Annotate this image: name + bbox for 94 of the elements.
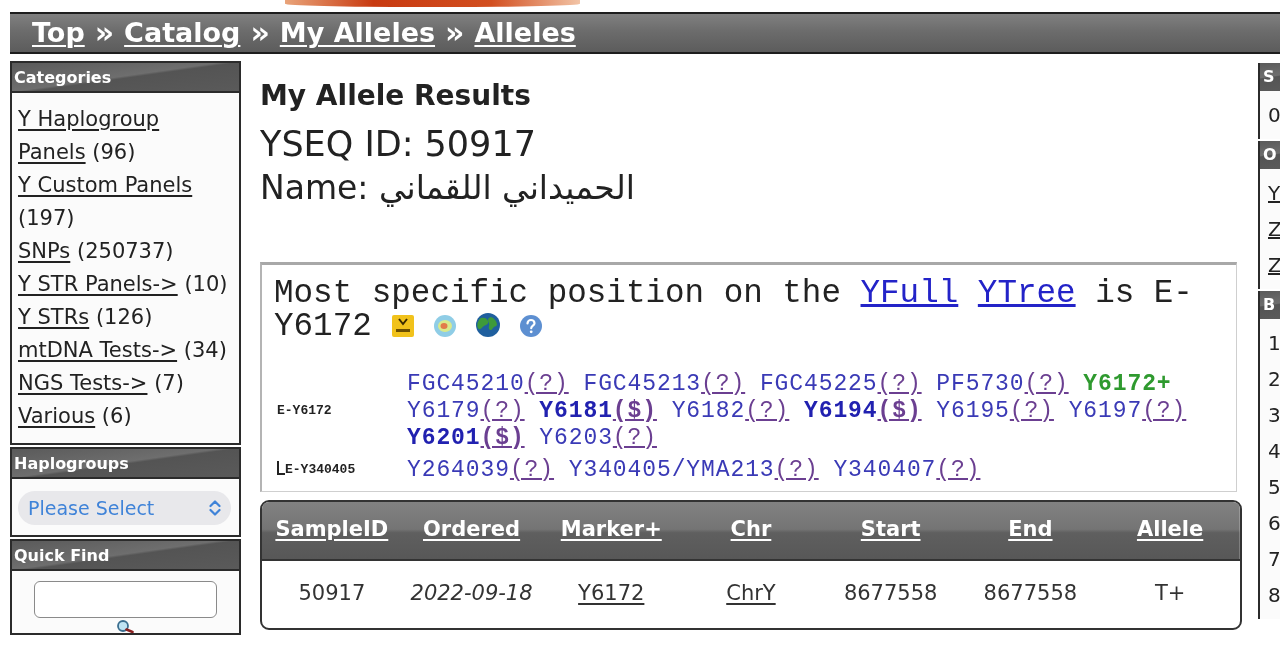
column-header-link[interactable]: SampleID — [275, 517, 389, 542]
breadcrumb-link[interactable]: Top — [32, 17, 85, 49]
snp-info-link[interactable]: (?) — [774, 456, 819, 483]
sidebar-heading: Categories — [12, 63, 239, 93]
category-item[interactable]: Y STRs (126) — [18, 301, 230, 334]
snp-info-link[interactable]: ($) — [877, 397, 922, 424]
sidebar-item: 3 — [1267, 402, 1280, 429]
column-header-link[interactable]: Allele — [1136, 517, 1204, 542]
name-text: Name: الحميداني اللقماني — [260, 166, 636, 209]
sidebar-item[interactable]: Z — [1260, 247, 1280, 283]
snp-info-link[interactable]: (?) — [612, 424, 657, 451]
snp-name: Y6197 — [1068, 397, 1143, 424]
snp-name: Y340405/YMA213 — [568, 456, 775, 483]
category-item[interactable]: SNPs (250737) — [18, 235, 230, 268]
snp-name: Y6182 — [671, 397, 746, 424]
sidebar-heading: B — [1260, 291, 1280, 319]
breadcrumb-separator: » — [250, 18, 270, 48]
column-header-link[interactable]: Ordered — [423, 517, 521, 542]
search-icon[interactable] — [115, 620, 136, 633]
breadcrumb-link[interactable]: Catalog — [124, 17, 241, 49]
snp-name: Y6179 — [407, 397, 481, 424]
snp-info-link[interactable]: (?) — [524, 370, 569, 397]
snp-name: FGC45213 — [583, 370, 702, 397]
snp-name: Y6172+ — [1083, 370, 1172, 397]
sidebar-heading: Quick Find — [12, 541, 239, 571]
chevron-updown-icon — [209, 499, 221, 517]
sidebar-item: 6 — [1267, 510, 1280, 537]
snp-info-link[interactable]: (?) — [877, 370, 922, 397]
clade-label: E-Y340405 — [285, 462, 356, 478]
breadcrumb-separator: » — [445, 18, 465, 48]
breadcrumb-separator: » — [94, 18, 115, 48]
table-cell: 50917 — [262, 559, 402, 628]
snp-info-link[interactable]: (?) — [936, 456, 981, 483]
tree-link[interactable]: YTree — [977, 274, 1076, 312]
sidebar-item: 5 — [1267, 474, 1280, 501]
sidebar-item: 0 — [1267, 102, 1280, 129]
snp-info-link[interactable]: (?) — [1142, 397, 1187, 424]
heatmap-icon[interactable] — [433, 314, 456, 337]
category-item[interactable]: Y Custom Panels (197) — [18, 169, 230, 235]
table-cell: 8677558 — [820, 559, 961, 628]
quick-find-field[interactable] — [34, 581, 217, 618]
sidebar-heading: O — [1260, 141, 1280, 169]
tree-connector — [277, 461, 285, 476]
snp-info-link[interactable]: (?) — [480, 397, 525, 424]
snp-name: Y6201 — [407, 424, 481, 451]
sidebar-item[interactable]: Y — [1260, 175, 1280, 211]
position-sentence: Most specific position on the YFull YTree is E-Y6172 — [274, 274, 1193, 345]
column-header-link[interactable]: End — [1008, 517, 1053, 542]
logo-tile-icon[interactable] — [391, 314, 414, 337]
column-header-link[interactable]: Chr — [730, 517, 772, 542]
sidebar-item: 7 — [1267, 546, 1280, 573]
globe-icon[interactable] — [475, 312, 500, 337]
sidebar-item: 2 — [1267, 366, 1280, 393]
sidebar-item: 1 — [1267, 330, 1280, 357]
snp-name: Y6203 — [539, 424, 613, 451]
table-cell: 2022-09-18 — [401, 559, 542, 628]
breadcrumb-link[interactable]: Alleles — [474, 17, 576, 49]
snp-name: Y6195 — [936, 397, 1010, 424]
page-title: My Allele Results — [260, 78, 532, 113]
category-item[interactable]: mtDNA Tests-> (34) — [18, 334, 230, 367]
category-item[interactable]: Y Haplogroup Panels (96) — [18, 103, 230, 169]
cell-link[interactable]: ChrY — [726, 581, 776, 606]
column-header-link[interactable]: Marker+ — [560, 517, 662, 542]
category-item[interactable]: NGS Tests-> (7) — [18, 367, 230, 400]
snp-name: FGC45225 — [759, 370, 878, 397]
help-icon[interactable] — [519, 314, 542, 337]
category-item[interactable]: Y STR Panels-> (10) — [18, 268, 230, 301]
snp-name: Y340407 — [833, 456, 937, 483]
sidebar-item: 8 — [1267, 582, 1280, 609]
snp-name: PF5730 — [936, 370, 1025, 397]
column-header-link[interactable]: Start — [860, 517, 921, 542]
snp-name: Y264039 — [407, 456, 510, 483]
snp-info-link[interactable]: (?) — [1024, 370, 1069, 397]
snp-info-link[interactable]: (?) — [745, 397, 790, 424]
breadcrumb-link[interactable]: My Alleles — [279, 17, 436, 49]
sidebar-item[interactable]: Z — [1260, 211, 1280, 247]
category-item[interactable]: Various (6) — [18, 400, 230, 433]
tree-link[interactable]: YFull — [860, 274, 959, 312]
snp-info-link[interactable]: ($) — [480, 424, 525, 451]
sidebar-heading: S — [1260, 63, 1280, 91]
sidebar-item: 4 — [1267, 438, 1280, 465]
sidebar-heading: Haplogroups — [12, 449, 239, 479]
table-cell: 8677558 — [960, 559, 1101, 628]
clade-label: E-Y6172 — [277, 403, 332, 419]
snp-info-link[interactable]: (?) — [701, 370, 746, 397]
snp-name: FGC45210 — [407, 370, 525, 397]
snp-info-link[interactable]: ($) — [612, 397, 657, 424]
yseq-id-text: YSEQ ID: 50917 — [260, 123, 537, 166]
snp-name: Y6181 — [539, 397, 613, 424]
cell-link[interactable]: Y6172 — [578, 581, 645, 606]
snp-info-link[interactable]: (?) — [1009, 397, 1054, 424]
snp-info-link[interactable]: (?) — [509, 456, 555, 483]
snp-name: Y6194 — [804, 397, 878, 424]
table-cell: T+ — [1100, 559, 1240, 628]
